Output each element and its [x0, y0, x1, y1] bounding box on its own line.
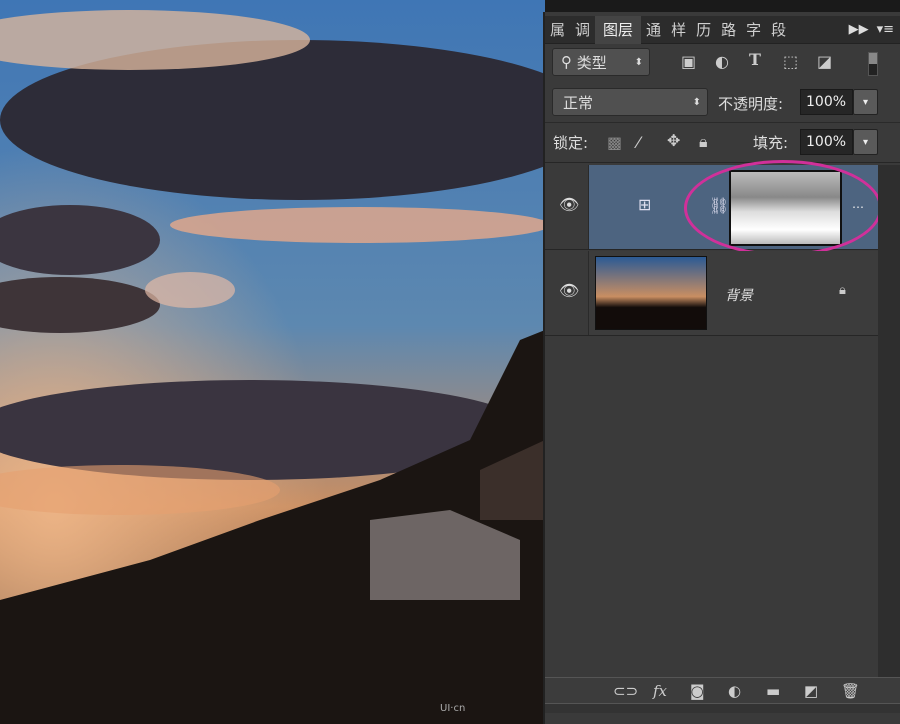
tab-paths[interactable]: 路 [716, 16, 741, 44]
layer-row-curves[interactable]: 👁︎ ⊞ ⛓︎ … [545, 160, 882, 256]
layer-row-background[interactable]: 👁︎ 背景 🔒︎ [545, 251, 878, 336]
folder-icon[interactable]: ▬ [766, 682, 780, 700]
canvas-photo [0, 0, 545, 724]
mask-icon[interactable]: ◙ [690, 682, 705, 700]
lock-transparent-icon[interactable]: ▩ [607, 133, 622, 152]
layers-panel: 属 调 图层 通 样 历 路 字 段 ▶▶ ▾≡ ⚲ 类型 ⬍ ▣ ◐ T ⬚ ◪ … [543, 12, 900, 724]
visibility-eye-icon[interactable]: 👁︎ [559, 281, 579, 300]
type-filter-icon[interactable]: T [749, 50, 761, 69]
filter-kind-value: 类型 [576, 53, 607, 72]
highlight-circle [684, 160, 882, 256]
fill-input[interactable]: 100% [800, 129, 853, 155]
opacity-input[interactable]: 100% [800, 89, 853, 115]
trash-icon[interactable]: 🗑︎ [841, 682, 860, 700]
blend-mode-select[interactable]: 正常 ⬍ [552, 88, 708, 116]
fx-icon[interactable]: fx [653, 682, 667, 700]
tab-history[interactable]: 历 [691, 16, 716, 44]
tab-properties[interactable]: 属 [545, 16, 570, 44]
tab-adjustments[interactable]: 调 [570, 16, 595, 44]
filter-toggle[interactable] [868, 52, 878, 76]
smart-object-filter-icon[interactable]: ◪ [817, 52, 832, 71]
adjustment-filter-icon[interactable]: ◐ [715, 52, 729, 71]
layers-bottom-toolbar: ⊂⊃ fx ◙ ◐ ▬ ◩ 🗑︎ [545, 677, 900, 703]
link-icon[interactable]: ⊂⊃ [613, 682, 638, 700]
tab-layers[interactable]: 图层 [595, 15, 642, 44]
watermark: UI·cn [440, 703, 466, 714]
layer-name[interactable]: 背景 [725, 285, 753, 305]
tab-character[interactable]: 字 [741, 16, 766, 44]
search-icon: ⚲ [561, 53, 572, 71]
image-filter-icon[interactable]: ▣ [681, 52, 696, 71]
opacity-label: 不透明度: [718, 95, 784, 113]
shape-filter-icon[interactable]: ⬚ [783, 52, 798, 71]
panel-menu-icon[interactable]: ▾≡ [877, 22, 894, 37]
lock-all-icon[interactable]: 🔒︎ [699, 132, 708, 152]
panel-resize-handle[interactable] [545, 703, 900, 713]
filter-kind-select[interactable]: ⚲ 类型 ⬍ [552, 48, 650, 76]
scrollbar[interactable] [878, 165, 900, 677]
lock-pixels-icon[interactable]: ⁄ [637, 133, 640, 152]
adjustment-icon[interactable]: ◐ [728, 682, 741, 700]
fill-dropdown[interactable]: ▾ [853, 129, 878, 155]
curves-adjustment-icon: ⊞ [638, 195, 652, 214]
lock-position-icon[interactable]: ✥ [667, 131, 680, 150]
tab-styles[interactable]: 样 [666, 16, 691, 44]
lock-label: 锁定: [553, 134, 589, 152]
opacity-dropdown[interactable]: ▾ [853, 89, 878, 115]
visibility-eye-icon[interactable]: 👁︎ [559, 195, 579, 214]
fill-label: 填充: [753, 134, 789, 152]
layer-thumbnail [595, 256, 707, 330]
fast-forward-icon[interactable]: ▶▶ [849, 22, 869, 37]
layer-lock-icon: 🔒︎ [839, 283, 846, 298]
tab-channels[interactable]: 通 [641, 16, 666, 44]
new-layer-icon[interactable]: ◩ [804, 682, 818, 700]
blend-mode-value: 正常 [563, 93, 594, 112]
tab-paragraph[interactable]: 段 [766, 16, 791, 44]
panel-tabs: 属 调 图层 通 样 历 路 字 段 ▶▶ ▾≡ [545, 15, 900, 44]
